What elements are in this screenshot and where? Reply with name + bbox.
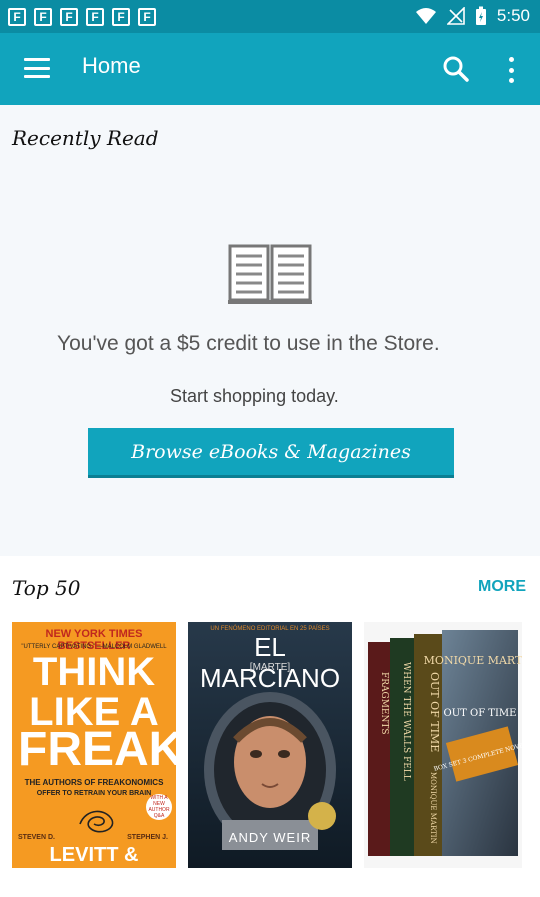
author-first-name: STEPHEN J. [127, 834, 168, 841]
astronaut-portrait [204, 692, 336, 850]
more-vert-icon[interactable] [496, 55, 526, 85]
page-title: Home [82, 53, 141, 78]
spine-title: FRAGMENTS [379, 672, 389, 735]
notification-icon: F [138, 8, 156, 26]
cover-surnames: LEVITT & DUBNER [49, 844, 139, 868]
top50-heading: Top 50 [12, 576, 81, 600]
cover-title-line: FREAK [18, 723, 176, 776]
spine-author: MONIQUE MARTIN [429, 772, 437, 844]
cover-badge: WITH A NEW AUTHOR Q&A [146, 794, 172, 820]
clock: 5:50 [496, 6, 530, 25]
scribble-icon [79, 810, 114, 833]
notification-icon: F [60, 8, 78, 26]
signal-icon [446, 7, 465, 25]
front-title: OUT OF TIME [444, 708, 517, 719]
cover-title-line: THINK [32, 650, 156, 694]
notification-icon: F [8, 8, 26, 26]
cover-author: ANDY WEIR [228, 830, 312, 845]
search-icon[interactable] [440, 53, 472, 85]
cover-first-names: STEVEN D. STEPHEN J. [18, 834, 168, 841]
author-first-name: STEVEN D. [18, 834, 55, 841]
book-cover-think-like-a-freak[interactable]: NEW YORK TIMES BESTSELLER "UTTERLY CAPTI… [12, 622, 176, 868]
credit-message: You've got a $5 credit to use in the Sto… [57, 332, 440, 355]
book-cover-out-of-time-box-set[interactable]: FRAGMENTS WHEN THE WALLS FELL OUT OF TIM… [364, 622, 522, 868]
notification-icon: F [34, 8, 52, 26]
toolbar: Home [0, 33, 540, 105]
open-book-icon [228, 244, 312, 304]
notification-icon: F [86, 8, 104, 26]
front-author: MONIQUE MARTIN [424, 654, 522, 667]
hamburger-menu-icon[interactable] [22, 55, 52, 81]
notification-icon: F [112, 8, 130, 26]
browse-ebooks-button[interactable]: Browse eBooks & Magazines [88, 428, 454, 478]
book-cover-el-marciano[interactable]: UN FENÓMENO EDITORIAL EN 25 PAÍSES EL MA… [188, 622, 352, 868]
box-set-artwork: FRAGMENTS WHEN THE WALLS FELL OUT OF TIM… [368, 630, 522, 856]
recently-read-heading: Recently Read [12, 126, 159, 150]
battery-icon [475, 6, 486, 25]
shop-message: Start shopping today. [170, 386, 339, 406]
status-bar: F F F F F F 5:50 [0, 0, 540, 33]
cover-subtitle: [MARTE] [249, 662, 291, 673]
notification-icons: F F F F F F [8, 8, 156, 26]
cover-authors-line: THE AUTHORS OF FREAKONOMICS [24, 778, 164, 787]
spine-title: WHEN THE WALLS FELL [401, 662, 411, 781]
spine-title: OUT OF TIME [428, 672, 441, 752]
more-link[interactable]: MORE [478, 578, 526, 596]
wifi-icon [415, 8, 436, 24]
